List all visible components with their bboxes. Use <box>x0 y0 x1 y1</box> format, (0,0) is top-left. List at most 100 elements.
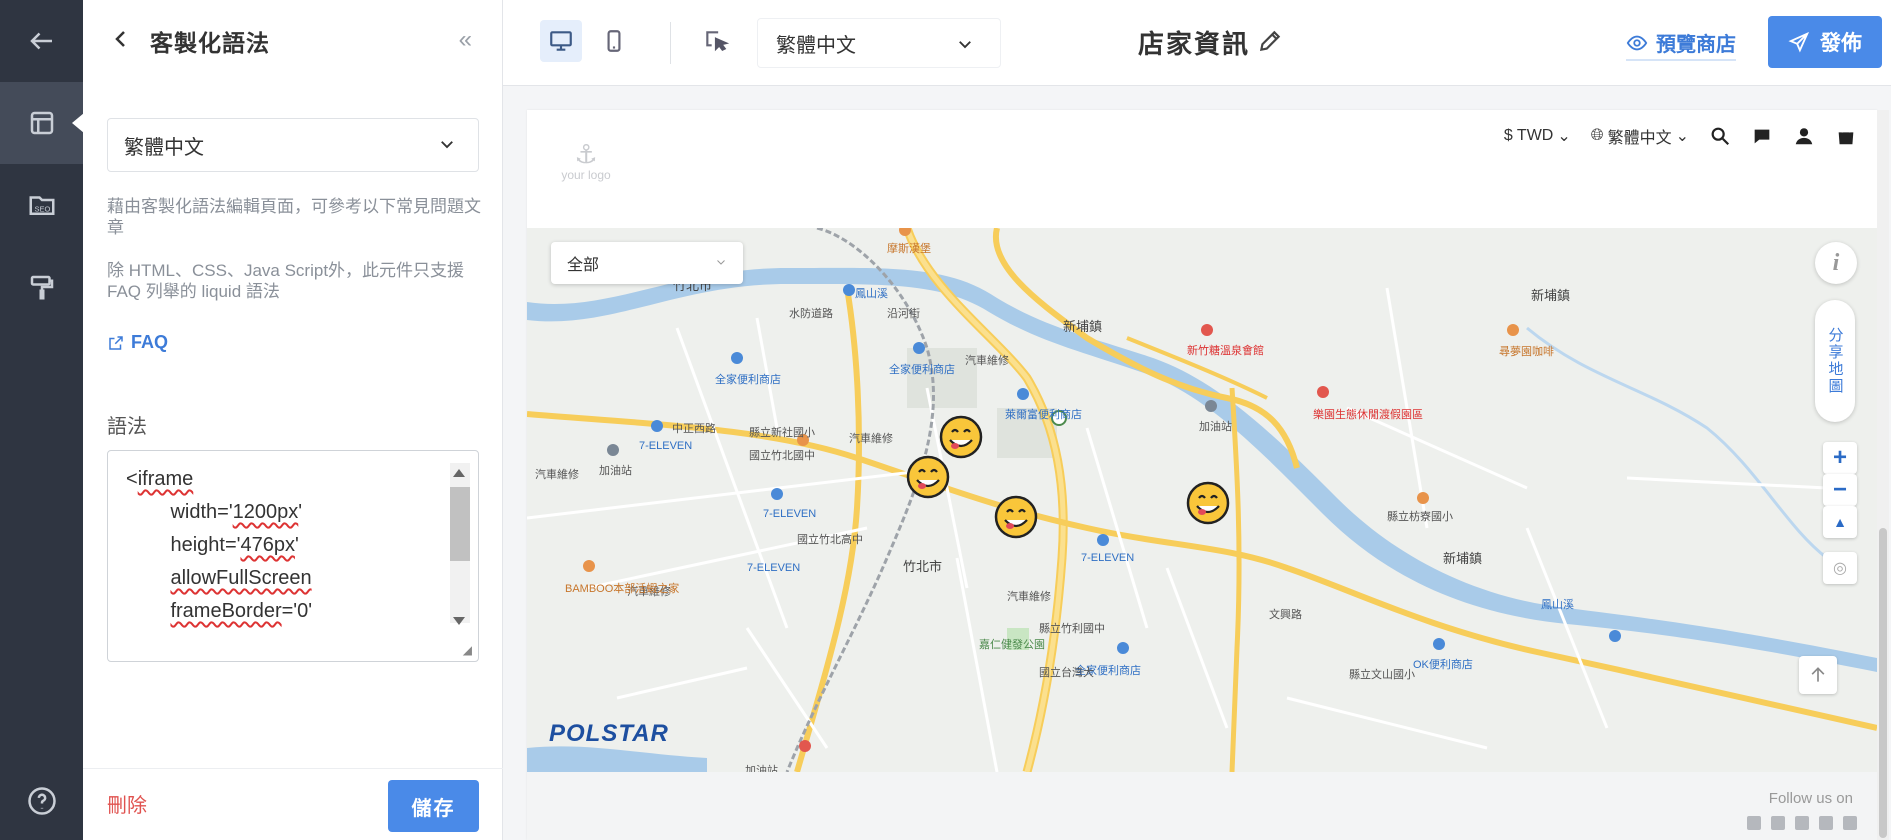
map-place-label: 新埔鎮 <box>1063 319 1103 334</box>
map-place-label: 沿河街 <box>887 308 920 320</box>
site-language-dropdown[interactable]: 🌐︎ 繁體中文 ⌄ <box>1591 124 1689 148</box>
desktop-view-icon[interactable] <box>540 20 582 62</box>
top-toolbar: 繁體中文 店家資訊 預覽商店 發佈 <box>503 0 1891 86</box>
chevron-left-icon[interactable] <box>109 27 133 51</box>
panel-footer: 刪除 儲存 <box>83 768 503 840</box>
shopping-bag-icon[interactable] <box>1835 125 1857 147</box>
code-word: 476px <box>240 534 295 556</box>
youtube-icon[interactable] <box>1795 816 1809 830</box>
user-icon[interactable] <box>1793 125 1815 147</box>
scroll-up-arrow-icon[interactable] <box>453 469 465 477</box>
compass-icon[interactable]: ▲ <box>1823 506 1857 538</box>
settings-panel: 客製化語法 « 繁體中文 藉由客製化語法編輯頁面，可參考以下常見問題文章 除 H… <box>83 0 503 840</box>
preview-store-label: 預覽商店 <box>1656 34 1736 56</box>
faq-label: FAQ <box>131 332 169 352</box>
map-brand-logo: POLSTAR <box>549 720 669 747</box>
map-place-label: 全家便利商店 <box>715 374 781 386</box>
search-icon[interactable] <box>1709 125 1731 147</box>
pinterest-icon[interactable] <box>1843 816 1857 830</box>
delete-button[interactable]: 刪除 <box>107 789 147 818</box>
code-line: allowFullScreen <box>126 562 312 595</box>
scroll-down-arrow-icon[interactable] <box>453 617 465 625</box>
code-line: frameBorder='0' <box>126 595 312 628</box>
map-place-label: 縣立竹利國中 <box>1039 623 1105 635</box>
currency-label: $ TWD <box>1503 127 1554 144</box>
site-logo[interactable]: ⚓ your logo <box>551 140 621 200</box>
scroll-to-top-icon[interactable] <box>1799 656 1837 694</box>
share-map-button[interactable]: 分享地圖 <box>1815 300 1855 422</box>
map-category-filter[interactable]: 全部 <box>551 242 743 284</box>
map-info-icon[interactable]: i <box>1815 242 1857 284</box>
code-editor[interactable]: <iframe width='1200px' height='476px' al… <box>107 450 479 662</box>
map-place-label: 汽車維修 <box>535 469 579 481</box>
help-icon[interactable] <box>0 760 83 840</box>
description-text: 藉由客製化語法編輯頁面，可參考以下常見問題文章 <box>107 197 481 237</box>
globe-icon: 🌐︎ <box>1590 127 1604 144</box>
site-footer: Follow us on <box>527 772 1877 840</box>
chevron-down-icon <box>959 41 971 49</box>
preview-scrollbar[interactable] <box>1877 110 1889 840</box>
layout-icon[interactable] <box>0 82 84 164</box>
map-place-label: 鳳山溪 <box>855 288 888 300</box>
edit-pencil-icon[interactable] <box>1257 28 1283 54</box>
back-arrow-icon[interactable] <box>0 0 83 82</box>
support-note-text: 除 HTML、CSS、Java Script外，此元件只支援 FAQ 列舉的 l… <box>107 261 465 301</box>
map-place-label: 縣立文山國小 <box>1349 669 1415 681</box>
publish-label: 發佈 <box>1820 32 1862 55</box>
locate-me-icon[interactable]: ◎ <box>1823 552 1857 584</box>
seo-icon[interactable]: SEO <box>0 164 83 246</box>
preview-scrollbar-thumb[interactable] <box>1879 528 1887 838</box>
mobile-view-icon[interactable] <box>593 20 635 62</box>
code-word: iframe <box>137 468 194 490</box>
map-place-label: 新埔鎮 <box>1531 288 1571 303</box>
map-place-label: 國立竹北高中 <box>797 534 863 546</box>
preview-language-select[interactable]: 繁體中文 <box>757 18 1001 68</box>
instagram-icon[interactable] <box>1771 816 1785 830</box>
preview-store-link[interactable]: 預覽商店 <box>1626 28 1736 61</box>
code-token: ' <box>298 501 303 523</box>
faq-link[interactable]: FAQ <box>107 332 168 353</box>
code-token: ='0' <box>281 600 313 622</box>
site-logo-text: your logo <box>561 168 611 182</box>
map-place-label: 7-ELEVEN <box>763 508 817 520</box>
map-place-label: 樂園生態休閒渡假園區 <box>1313 409 1423 421</box>
currency-dropdown[interactable]: $ TWD ⌄ <box>1504 126 1571 146</box>
map-place-label: 國立台灣大 <box>1039 667 1094 679</box>
map-place-label: 縣立新社國小 <box>749 427 815 439</box>
twitter-icon[interactable] <box>1819 816 1833 830</box>
map-place-label: 竹北市 <box>903 559 943 574</box>
smile-marker-icon[interactable] <box>905 454 951 500</box>
store-map[interactable]: 竹北市 竹北市 新埔鎮 新埔鎮 新埔鎮 鳳山溪 鳳山溪 水防道路 沿河街 全家便利商店 全家便利商店… <box>527 228 1877 772</box>
syntax-label: 語法 <box>107 416 147 438</box>
map-place-label: 水防道路 <box>789 308 833 320</box>
resize-grip-icon[interactable]: ◢ <box>463 643 472 657</box>
left-rail: SEO <box>0 0 84 840</box>
code-word: frameBorder <box>170 600 282 622</box>
code-scrollbar-thumb[interactable] <box>450 487 470 561</box>
zoom-out-button[interactable]: − <box>1823 474 1857 506</box>
map-place-label: 全家便利商店 <box>889 364 955 376</box>
language-select[interactable]: 繁體中文 <box>107 118 479 172</box>
paint-roller-icon[interactable] <box>0 246 83 328</box>
code-lines: <iframe width='1200px' height='476px' al… <box>126 463 312 628</box>
map-place-label: 7-ELEVEN <box>747 562 801 574</box>
cursor-select-icon[interactable] <box>695 20 737 62</box>
anchor-icon: ⚓ <box>574 139 598 169</box>
follow-us-label: Follow us on <box>1768 790 1853 807</box>
chevron-down-icon: ⌄ <box>1675 128 1689 145</box>
chat-bubble-icon[interactable] <box>1751 125 1773 147</box>
map-place-label: 加油站 <box>745 765 778 772</box>
smile-marker-icon[interactable] <box>993 494 1039 540</box>
external-link-icon <box>109 335 123 350</box>
site-language-label: 繁體中文 <box>1607 130 1672 147</box>
facebook-icon[interactable] <box>1747 816 1761 830</box>
code-token: width=' <box>126 501 233 523</box>
paper-plane-icon <box>1788 31 1810 53</box>
publish-button[interactable]: 發佈 <box>1768 16 1882 68</box>
collapse-panel-icon[interactable]: « <box>459 26 472 54</box>
zoom-in-button[interactable]: + <box>1823 442 1857 474</box>
save-button[interactable]: 儲存 <box>388 780 479 832</box>
map-place-label: 汽車維修 <box>965 355 1009 367</box>
map-place-label: 新埔鎮 <box>1443 551 1483 566</box>
smile-marker-icon[interactable] <box>1185 480 1231 526</box>
